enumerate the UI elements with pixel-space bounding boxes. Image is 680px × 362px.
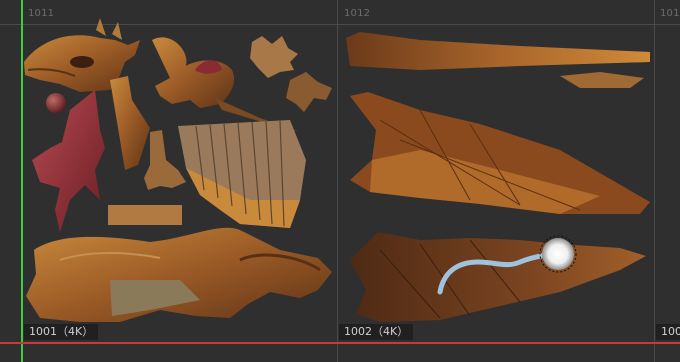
tail-island (346, 32, 650, 70)
tile-label-1001: 1001（4K） (24, 324, 99, 340)
body-island (26, 227, 332, 322)
tile-label-1012: 1012 (344, 8, 371, 19)
hand-islands (250, 36, 332, 112)
strip-island (108, 205, 182, 225)
v-axis-line (21, 0, 23, 362)
uv-viewport[interactable]: 1011 1012 1013 1001（4K） 1002（4K） 100 (0, 0, 680, 362)
tile-label-1002: 1002（4K） (339, 324, 414, 340)
neck-island (110, 76, 150, 170)
tile-label-1003: 100 (656, 324, 680, 340)
spike-island (560, 72, 644, 88)
u-axis-line (0, 342, 680, 344)
wing-top-island (350, 92, 650, 214)
ribbed-island (178, 119, 306, 228)
uv-islands (24, 18, 650, 322)
wing-bottom-island (350, 232, 646, 322)
tile-label-1013: 1013 (660, 8, 680, 19)
eye-island (46, 93, 66, 113)
tile-label-1011: 1011 (28, 8, 55, 19)
membrane-island (32, 90, 105, 232)
brush-cursor-icon[interactable] (538, 234, 578, 274)
foot-island (144, 130, 186, 190)
